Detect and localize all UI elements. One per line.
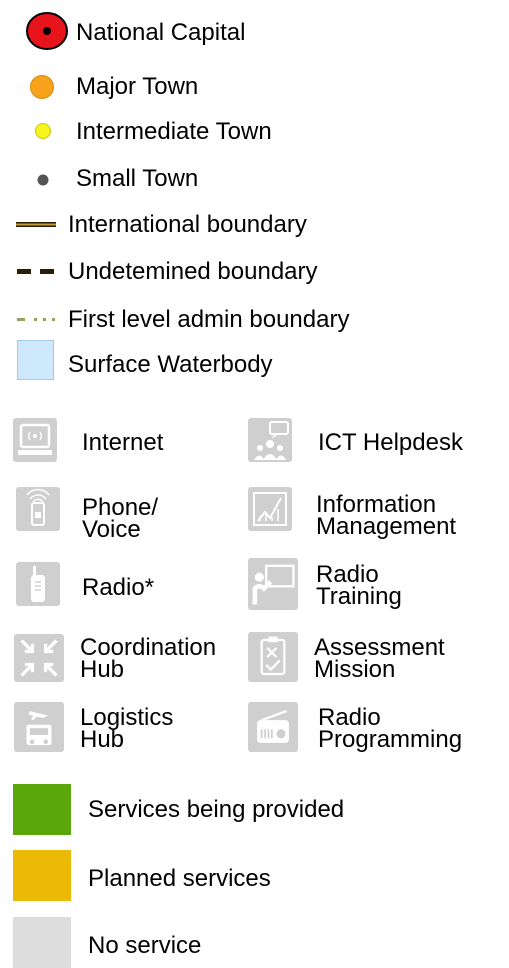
services-provided-label: Services being provided	[88, 796, 345, 823]
small-town-symbol	[37, 174, 49, 186]
assessment-mission-icon	[248, 632, 298, 682]
international-boundary-label: International boundary	[68, 211, 307, 238]
radio-label: Radio*	[82, 574, 155, 601]
no-service-swatch	[13, 917, 71, 968]
intermediate-town-label: Intermediate Town	[76, 118, 272, 145]
undetermined-boundary-label: Undetemined boundary	[68, 258, 318, 285]
radio-training-label: Radio Training	[316, 561, 402, 610]
international-boundary-line	[16, 222, 56, 227]
national-capital-symbol	[26, 12, 68, 50]
logistics-hub-label: Logistics Hub	[80, 704, 174, 753]
logistics-hub-icon	[14, 702, 64, 752]
radio-training-icon	[248, 558, 298, 610]
planned-services-swatch	[13, 850, 71, 901]
information-management-icon	[248, 487, 292, 531]
information-management-label: Information Management	[316, 491, 457, 540]
surface-waterbody-swatch	[17, 340, 54, 380]
ict-helpdesk-icon	[248, 418, 292, 462]
first-level-admin-boundary-label: First level admin boundary	[68, 306, 350, 333]
undetermined-boundary-line	[17, 269, 54, 274]
phone-voice-icon	[16, 487, 60, 531]
phone-voice-label: Phone/ Voice	[82, 494, 159, 543]
radio-programming-icon	[248, 702, 298, 752]
radio-icon	[16, 562, 60, 606]
major-town-label: Major Town	[76, 73, 199, 100]
major-town-symbol	[30, 75, 54, 99]
internet-icon	[13, 418, 57, 462]
small-town-label: Small Town	[76, 165, 199, 192]
ict-helpdesk-label: ICT Helpdesk	[318, 429, 463, 456]
first-level-admin-boundary-line	[17, 318, 55, 321]
surface-waterbody-label: Surface Waterbody	[68, 351, 273, 378]
coordination-hub-label: Coordination Hub	[80, 634, 217, 683]
planned-services-label: Planned services	[88, 865, 271, 892]
intermediate-town-symbol	[35, 123, 51, 139]
assessment-mission-label: Assessment Mission	[314, 634, 445, 683]
services-provided-swatch	[13, 784, 71, 835]
internet-label: Internet	[82, 429, 164, 456]
radio-programming-label: Radio Programming	[318, 704, 463, 753]
coordination-hub-icon	[14, 634, 64, 682]
no-service-label: No service	[88, 932, 202, 959]
national-capital-label: National Capital	[76, 19, 246, 46]
